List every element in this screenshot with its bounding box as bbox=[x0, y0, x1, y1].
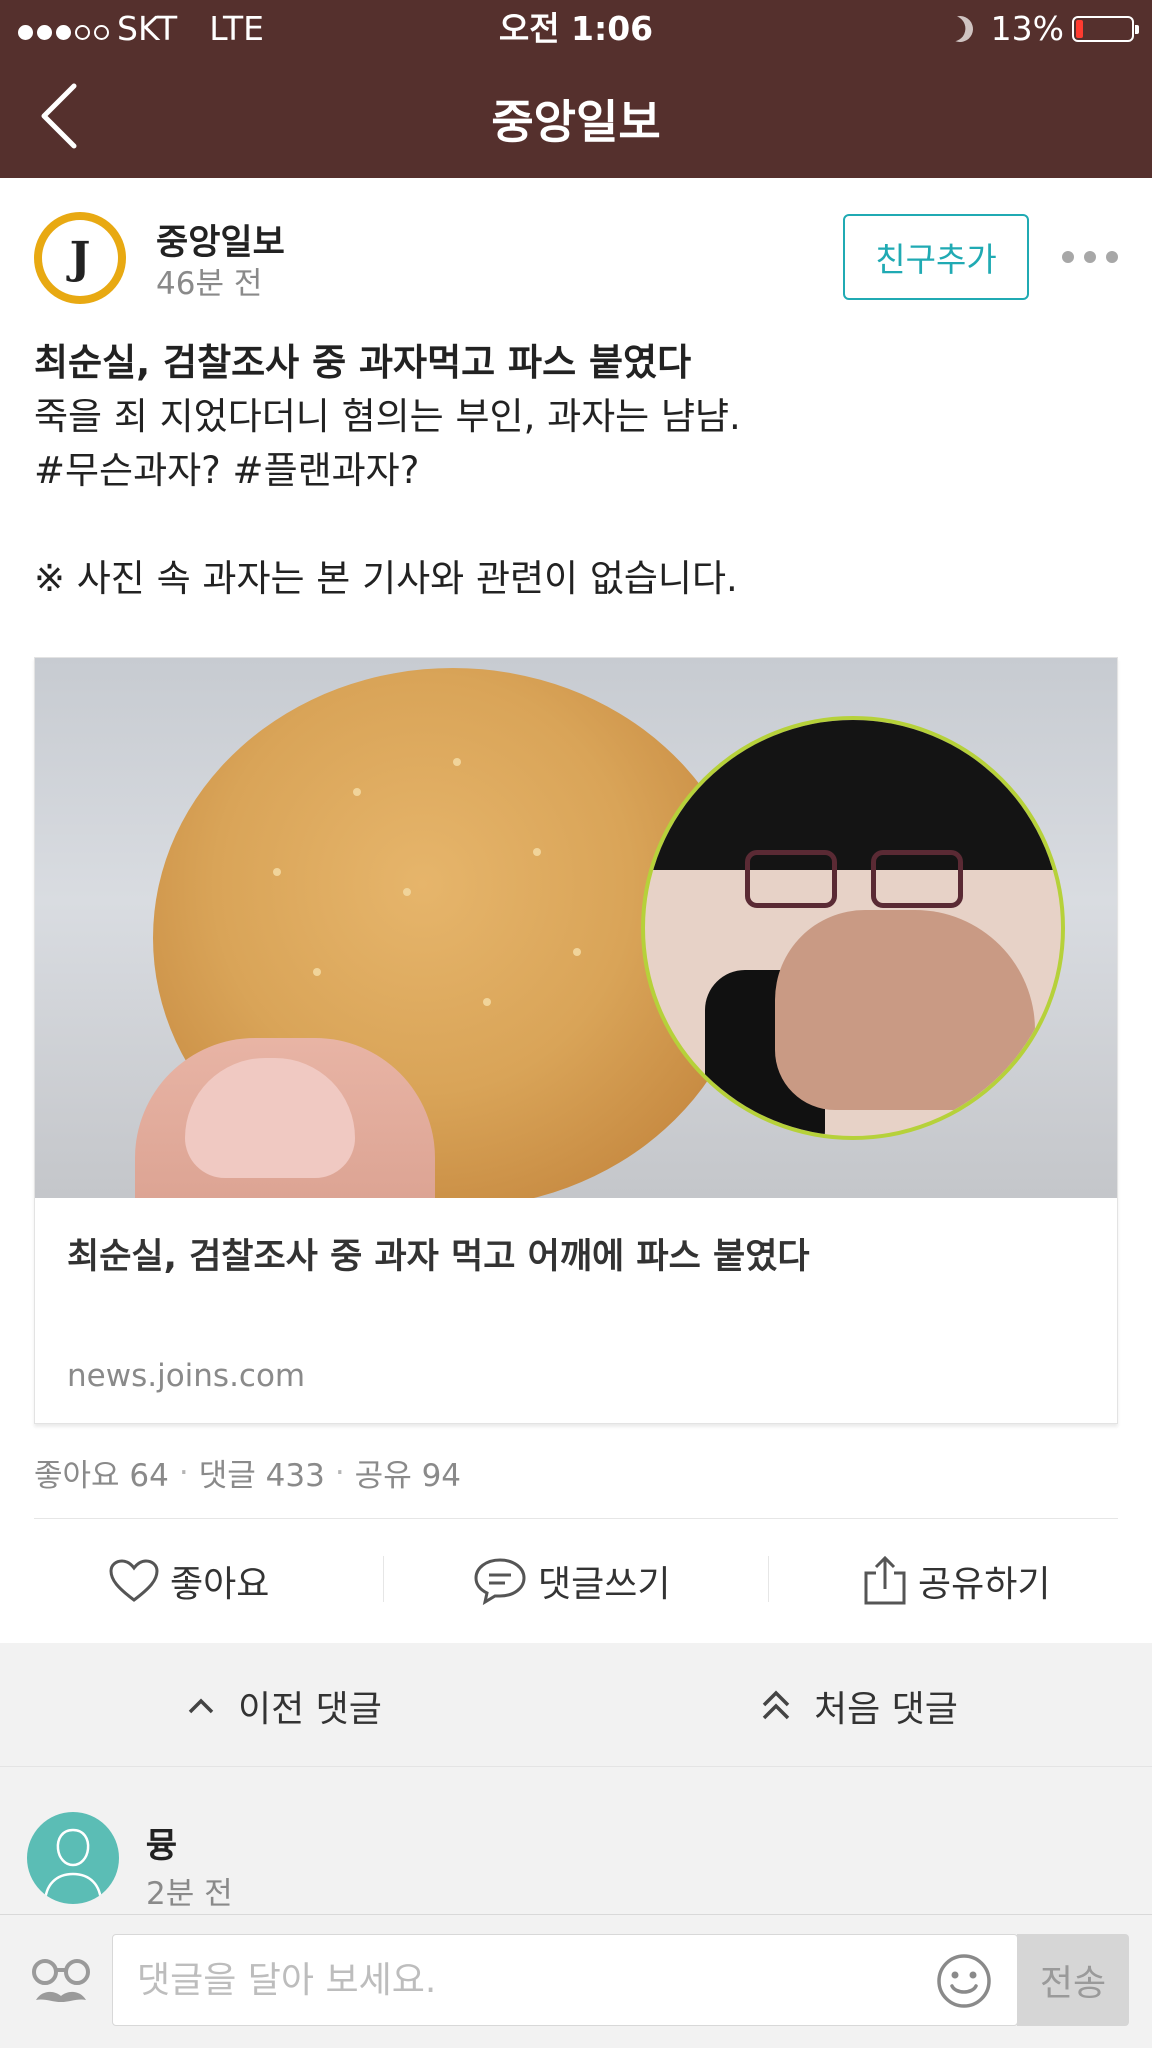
more-options-button[interactable] bbox=[1062, 240, 1118, 274]
more-dot-icon bbox=[1084, 251, 1096, 263]
comment-input[interactable] bbox=[112, 1934, 1018, 2026]
previous-comments-button[interactable]: 이전 댓글 bbox=[186, 1680, 382, 1732]
more-dot-icon bbox=[1106, 251, 1118, 263]
send-button[interactable]: 전송 bbox=[1017, 1934, 1129, 2026]
person-inset-photo bbox=[641, 716, 1065, 1140]
battery-percentage: 13% bbox=[990, 9, 1064, 48]
comment-author[interactable]: 뮹 bbox=[146, 1818, 177, 1867]
like-button[interactable]: 좋아요 bbox=[108, 1548, 269, 1614]
default-profile-icon bbox=[43, 1828, 103, 1904]
publisher-logo-letter: J bbox=[42, 220, 118, 296]
heart-icon bbox=[109, 1559, 159, 1602]
emoji-button[interactable] bbox=[935, 1952, 993, 2010]
link-preview-card[interactable]: 최순실, 검찰조사 중 과자 먹고 어깨에 파스 붙였다 news.joins.… bbox=[34, 657, 1118, 1424]
shares-count[interactable]: 공유 94 bbox=[355, 1450, 461, 1495]
likes-count[interactable]: 좋아요 64 bbox=[34, 1450, 169, 1495]
share-button[interactable]: 공유하기 bbox=[862, 1548, 1050, 1614]
post-hashtags[interactable]: #무슨과자? #플랜과자? bbox=[34, 444, 1114, 498]
smiley-icon bbox=[937, 1954, 991, 2008]
post-headline: 최순실, 검찰조사 중 과자먹고 파스 붙였다 bbox=[34, 341, 692, 384]
share-label: 공유하기 bbox=[918, 1564, 1051, 1605]
comment-navigation-bar bbox=[0, 1643, 1152, 1767]
previous-comments-label: 이전 댓글 bbox=[238, 1689, 382, 1730]
post-disclaimer: ※ 사진 속 과자는 본 기사와 관련이 없습니다. bbox=[34, 557, 738, 600]
avatar[interactable] bbox=[27, 1812, 119, 1904]
more-dot-icon bbox=[1062, 251, 1074, 263]
post-line-blank bbox=[34, 498, 1114, 552]
add-friend-button[interactable]: 친구추가 bbox=[843, 214, 1029, 300]
first-comments-button[interactable]: 처음 댓글 bbox=[760, 1680, 958, 1732]
write-comment-button[interactable]: 댓글쓰기 bbox=[472, 1548, 670, 1614]
double-chevron-up-icon bbox=[762, 1690, 790, 1720]
do-not-disturb-icon bbox=[943, 12, 976, 45]
article-image bbox=[35, 658, 1117, 1198]
post-body: 최순실, 검찰조사 중 과자먹고 파스 붙였다 죽을 죄 지었다더니 혐의는 부… bbox=[34, 336, 1114, 606]
comment-timestamp: 2분 전 bbox=[146, 1876, 233, 1912]
publisher-logo[interactable]: J bbox=[34, 212, 126, 304]
battery-icon bbox=[1072, 16, 1139, 42]
post-timestamp: 46분 전 bbox=[156, 266, 263, 302]
write-comment-label: 댓글쓰기 bbox=[538, 1564, 671, 1605]
post-stats: 좋아요 64 · 댓글 433 · 공유 94 bbox=[34, 1450, 461, 1495]
post-line: 죽을 죄 지었다더니 혐의는 부인, 과자는 냠냠. bbox=[34, 395, 741, 438]
share-icon bbox=[864, 1555, 906, 1605]
anonymous-mask-button[interactable] bbox=[28, 1952, 94, 2012]
chevron-up-icon bbox=[188, 1698, 214, 1714]
divider bbox=[34, 1518, 1118, 1519]
link-title: 최순실, 검찰조사 중 과자 먹고 어깨에 파스 붙였다 bbox=[67, 1237, 810, 1277]
like-label: 좋아요 bbox=[170, 1564, 270, 1605]
link-source: news.joins.com bbox=[67, 1358, 306, 1394]
comments-count[interactable]: 댓글 433 bbox=[199, 1450, 325, 1495]
page-title: 중앙일보 bbox=[491, 95, 661, 149]
speech-bubble-icon bbox=[474, 1558, 526, 1606]
status-bar-right: 13% bbox=[947, 8, 1139, 50]
glasses-mustache-icon bbox=[32, 1959, 90, 2002]
first-comments-label: 처음 댓글 bbox=[814, 1689, 958, 1730]
